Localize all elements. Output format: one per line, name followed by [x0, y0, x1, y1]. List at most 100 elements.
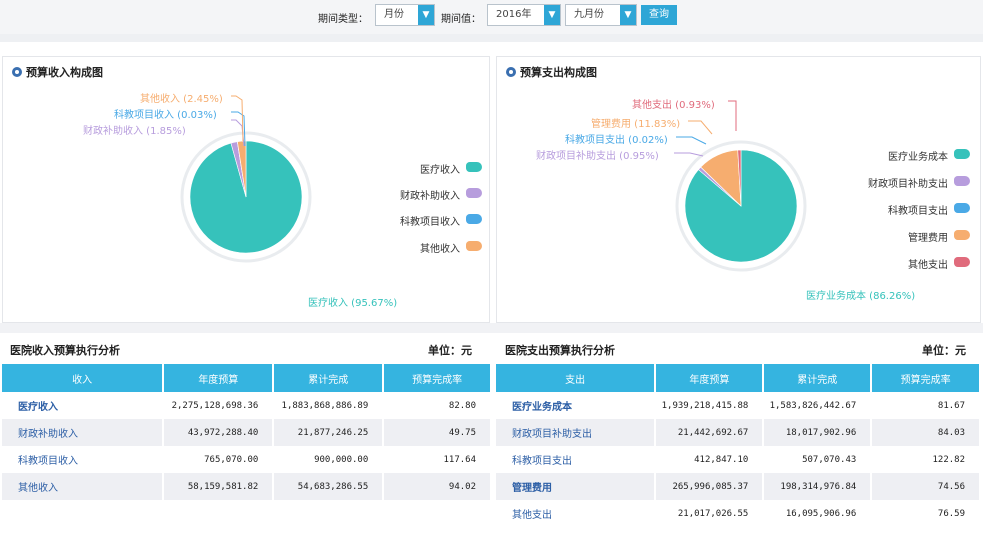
table-row: 其他收入 58,159,581.82 54,683,286.55 94.02: [2, 473, 492, 500]
income-table-title: 医院收入预算执行分析: [10, 344, 120, 357]
income-label-medical: 医疗收入 (95.67%): [308, 298, 398, 309]
row-name-link[interactable]: 其他支出: [496, 500, 657, 527]
income-label-other: 其他收入 (2.45%): [140, 94, 223, 105]
completion-rate-cell: 76.59: [871, 500, 981, 527]
column-header: 累计完成: [273, 364, 385, 392]
row-name-link[interactable]: 科教项目收入: [2, 446, 165, 473]
month-select[interactable]: 九月份 ▼: [565, 4, 637, 26]
chevron-down-icon[interactable]: ▼: [620, 5, 636, 25]
legend-swatch-icon: [466, 241, 482, 251]
annual-budget-cell: 765,070.00: [163, 446, 275, 473]
period-value-label: 期间值：: [441, 14, 481, 25]
leader-line: [676, 136, 707, 145]
cumulative-cell: 21,877,246.25: [273, 419, 385, 446]
leader-line: [674, 152, 704, 157]
year-select[interactable]: 2016年 ▼: [487, 4, 561, 26]
annual-budget-cell: 43,972,288.40: [163, 419, 275, 446]
table-row: 科教项目支出 412,847.10 507,070.43 122.82: [496, 446, 981, 473]
legend-item-label[interactable]: 医疗业务成本: [840, 148, 948, 163]
column-header: 支出: [496, 364, 657, 392]
row-name-link[interactable]: 医疗业务成本: [496, 392, 657, 419]
column-header: 预算完成率: [871, 364, 981, 392]
completion-rate-cell: 117.64: [383, 446, 492, 473]
month-value: 九月份: [574, 9, 604, 20]
table-row: 科教项目收入 765,070.00 900,000.00 117.64: [2, 446, 492, 473]
income-table-unit: 单位：元: [428, 344, 472, 357]
legend-swatch-icon: [466, 214, 482, 224]
completion-rate-cell: 74.56: [871, 473, 981, 500]
cumulative-cell: 198,314,976.84: [763, 473, 873, 500]
table-row: 其他支出 21,017,026.55 16,095,906.96 76.59: [496, 500, 981, 527]
row-name-link[interactable]: 财政补助收入: [2, 419, 165, 446]
legend-swatch-icon: [954, 230, 970, 240]
completion-rate-cell: 82.80: [383, 392, 492, 419]
expense-label-research: 科教项目支出 (0.02%): [565, 135, 668, 146]
annual-budget-cell: 58,159,581.82: [163, 473, 275, 500]
completion-rate-cell: 122.82: [871, 446, 981, 473]
income-table: 收入 年度预算 累计完成 预算完成率 医疗收入 2,275,128,698.36…: [2, 364, 492, 500]
row-name-link[interactable]: 医疗收入: [2, 392, 165, 419]
column-header: 收入: [2, 364, 165, 392]
completion-rate-cell: 81.67: [871, 392, 981, 419]
legend-swatch-icon: [954, 257, 970, 267]
expense-label-admin: 管理费用 (11.83%): [591, 119, 681, 130]
legend-item-label[interactable]: 财政补助收入: [380, 187, 460, 202]
annual-budget-cell: 21,442,692.67: [655, 419, 765, 446]
legend-item-label[interactable]: 科教项目收入: [380, 213, 460, 228]
legend-item-label[interactable]: 医疗收入: [380, 161, 460, 176]
table-row: 医疗业务成本 1,939,218,415.88 1,583,826,442.67…: [496, 392, 981, 419]
year-value: 2016年: [496, 9, 532, 20]
legend-swatch-icon: [954, 203, 970, 213]
column-header: 累计完成: [763, 364, 873, 392]
expense-label-other: 其他支出 (0.93%): [632, 100, 715, 111]
leader-line: [728, 100, 737, 131]
annual-budget-cell: 2,275,128,698.36: [163, 392, 275, 419]
chevron-down-icon[interactable]: ▼: [418, 5, 434, 25]
legend-item-label[interactable]: 其他支出: [840, 256, 948, 271]
column-header: 年度预算: [163, 364, 275, 392]
legend-swatch-icon: [954, 176, 970, 186]
column-header: 预算完成率: [383, 364, 492, 392]
legend-swatch-icon: [954, 149, 970, 159]
divider: [0, 323, 983, 333]
table-row: 财政项目补助支出 21,442,692.67 18,017,902.96 84.…: [496, 419, 981, 446]
chevron-down-icon[interactable]: ▼: [544, 5, 560, 25]
cumulative-cell: 1,883,868,886.89: [273, 392, 385, 419]
row-name-link[interactable]: 其他收入: [2, 473, 165, 500]
annual-budget-cell: 412,847.10: [655, 446, 765, 473]
period-type-select[interactable]: 月份 ▼: [375, 4, 435, 26]
query-button[interactable]: 查询: [641, 5, 677, 25]
cumulative-cell: 16,095,906.96: [763, 500, 873, 527]
annual-budget-cell: 1,939,218,415.88: [655, 392, 765, 419]
income-label-research: 科教项目收入 (0.03%): [114, 110, 217, 121]
row-name-link[interactable]: 科教项目支出: [496, 446, 657, 473]
annual-budget-cell: 21,017,026.55: [655, 500, 765, 527]
legend-item-label[interactable]: 财政项目补助支出: [840, 175, 948, 190]
completion-rate-cell: 49.75: [383, 419, 492, 446]
cumulative-cell: 18,017,902.96: [763, 419, 873, 446]
legend-swatch-icon: [466, 162, 482, 172]
annual-budget-cell: 265,996,085.37: [655, 473, 765, 500]
legend-item-label[interactable]: 管理费用: [840, 229, 948, 244]
column-header: 年度预算: [655, 364, 765, 392]
row-name-link[interactable]: 管理费用: [496, 473, 657, 500]
table-row: 医疗收入 2,275,128,698.36 1,883,868,886.89 8…: [2, 392, 492, 419]
cumulative-cell: 54,683,286.55: [273, 473, 385, 500]
filter-bar: 期间类型： 月份 ▼ 期间值： 2016年 ▼ 九月份 ▼ 查询: [0, 0, 983, 34]
row-name-link[interactable]: 财政项目补助支出: [496, 419, 657, 446]
expense-table-unit: 单位：元: [922, 344, 966, 357]
table-header-row: 收入 年度预算 累计完成 预算完成率: [2, 364, 492, 392]
table-header-row: 支出 年度预算 累计完成 预算完成率: [496, 364, 981, 392]
expense-table-title: 医院支出预算执行分析: [505, 344, 615, 357]
table-row: 管理费用 265,996,085.37 198,314,976.84 74.56: [496, 473, 981, 500]
cumulative-cell: 900,000.00: [273, 446, 385, 473]
expense-table: 支出 年度预算 累计完成 预算完成率 医疗业务成本 1,939,218,415.…: [496, 364, 981, 527]
expense-label-fiscal: 财政项目补助支出 (0.95%): [536, 151, 659, 162]
period-type-value: 月份: [384, 9, 404, 20]
completion-rate-cell: 94.02: [383, 473, 492, 500]
leader-line: [688, 120, 713, 135]
legend-item-label[interactable]: 科教项目支出: [840, 202, 948, 217]
legend-item-label[interactable]: 其他收入: [380, 240, 460, 255]
legend-swatch-icon: [466, 188, 482, 198]
expense-label-medical-cost: 医疗业务成本 (86.26%): [806, 291, 916, 302]
